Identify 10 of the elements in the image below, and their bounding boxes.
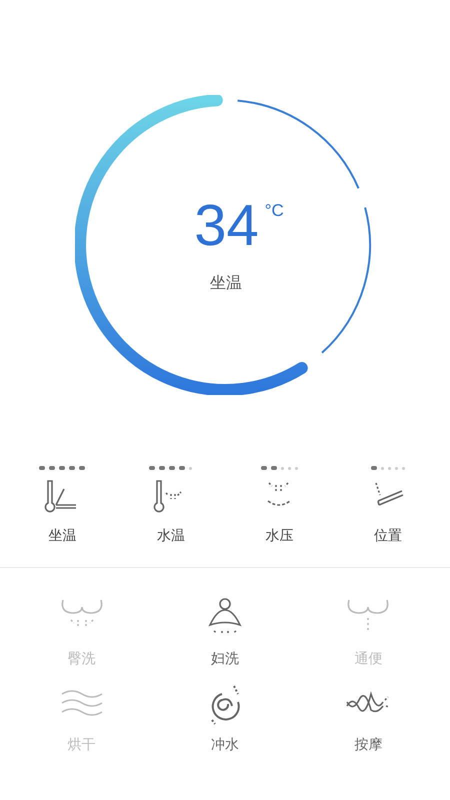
mode-button[interactable]: 冲水 — [153, 682, 297, 754]
setting-button[interactable]: 水压 — [225, 465, 334, 545]
temperature-unit: °C — [264, 200, 284, 220]
setting-button[interactable]: 位置 — [334, 465, 442, 545]
temperature-value: 34 — [194, 196, 259, 254]
mode-button[interactable]: 按摩 — [296, 682, 440, 754]
mode-button[interactable]: 妇洗 — [153, 596, 297, 668]
setting-button[interactable]: 坐温 — [8, 465, 116, 545]
dial-label: 坐温 — [210, 272, 242, 294]
setting-button[interactable]: 水温 — [116, 465, 225, 545]
